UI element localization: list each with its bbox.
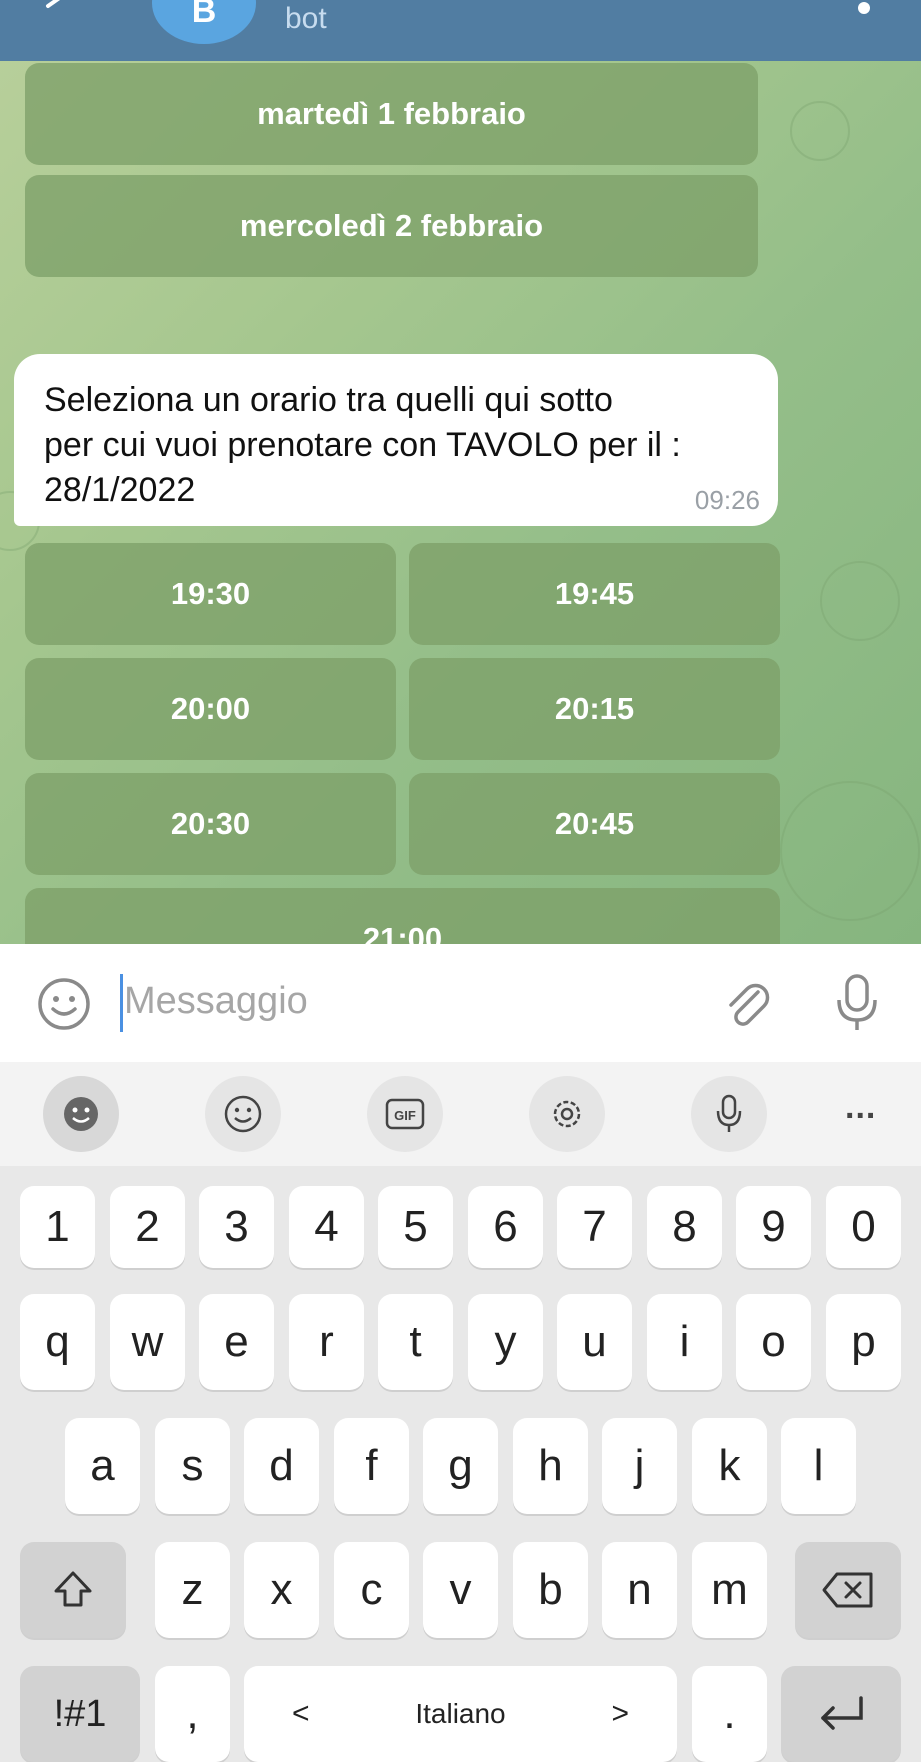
- shift-key[interactable]: [20, 1542, 126, 1638]
- key-8[interactable]: 8: [647, 1186, 722, 1268]
- key-r[interactable]: r: [289, 1294, 364, 1390]
- time-button[interactable]: 19:45: [409, 543, 780, 645]
- key-1[interactable]: 1: [20, 1186, 95, 1268]
- key-7[interactable]: 7: [557, 1186, 632, 1268]
- settings-button[interactable]: [529, 1076, 605, 1152]
- key-s[interactable]: s: [155, 1418, 230, 1514]
- comma-key[interactable]: ,: [155, 1666, 230, 1762]
- key-k[interactable]: k: [692, 1418, 767, 1514]
- language-right-icon: >: [611, 1697, 629, 1730]
- key-n[interactable]: n: [602, 1542, 677, 1638]
- svg-text:GIF: GIF: [394, 1108, 416, 1123]
- key-w[interactable]: w: [110, 1294, 185, 1390]
- key-0[interactable]: 0: [826, 1186, 901, 1268]
- back-arrow-icon[interactable]: [38, 0, 78, 26]
- key-f[interactable]: f: [334, 1418, 409, 1514]
- key-2[interactable]: 2: [110, 1186, 185, 1268]
- gif-button[interactable]: GIF: [367, 1076, 443, 1152]
- enter-icon: [821, 1696, 863, 1730]
- key-h[interactable]: h: [513, 1418, 588, 1514]
- date-button-1[interactable]: martedì 1 febbraio: [25, 63, 758, 165]
- backspace-key[interactable]: [795, 1542, 901, 1638]
- keyboard-toolbar: GIF ...: [0, 1062, 921, 1166]
- message-line: Seleziona un orario tra quelli qui sotto: [44, 381, 613, 419]
- message-time: 09:26: [694, 485, 760, 515]
- key-g[interactable]: g: [423, 1418, 498, 1514]
- key-9[interactable]: 9: [736, 1186, 811, 1268]
- voice-input-button[interactable]: [691, 1076, 767, 1152]
- key-a[interactable]: a: [65, 1418, 140, 1514]
- emoji-keyboard-button[interactable]: [43, 1076, 119, 1152]
- message-line: per cui vuoi prenotare con TAVOLO per il…: [44, 426, 681, 464]
- key-x[interactable]: x: [244, 1542, 319, 1638]
- backspace-icon: [822, 1572, 873, 1608]
- face-icon: [64, 1097, 98, 1131]
- language-left-icon: <: [292, 1697, 310, 1730]
- chat-area: martedì 1 febbraio mercoledì 2 febbraio …: [0, 61, 921, 944]
- key-q[interactable]: q: [20, 1294, 95, 1390]
- more-menu-icon[interactable]: [858, 2, 870, 14]
- background-doodle: [790, 101, 850, 161]
- time-button[interactable]: 21:00: [25, 888, 780, 944]
- shift-icon: [54, 1571, 92, 1607]
- time-button[interactable]: 20:00: [25, 658, 396, 760]
- microphone-icon: [716, 1094, 742, 1132]
- key-v[interactable]: v: [423, 1542, 498, 1638]
- symbols-key[interactable]: !#1: [20, 1666, 140, 1762]
- avatar[interactable]: B: [152, 0, 256, 44]
- text-caret: [120, 974, 123, 1032]
- more-options-icon[interactable]: ...: [845, 1088, 876, 1127]
- message-input-bar: Messaggio: [0, 944, 921, 1062]
- key-o[interactable]: o: [736, 1294, 811, 1390]
- key-4[interactable]: 4: [289, 1186, 364, 1268]
- key-p[interactable]: p: [826, 1294, 901, 1390]
- key-5[interactable]: 5: [378, 1186, 453, 1268]
- microphone-icon[interactable]: [832, 972, 882, 1034]
- time-button[interactable]: 20:15: [409, 658, 780, 760]
- chat-subtitle: bot: [285, 2, 327, 35]
- enter-key[interactable]: [781, 1666, 901, 1762]
- emoji-icon[interactable]: [36, 976, 92, 1032]
- key-b[interactable]: b: [513, 1542, 588, 1638]
- period-key[interactable]: .: [692, 1666, 767, 1762]
- key-y[interactable]: y: [468, 1294, 543, 1390]
- key-d[interactable]: d: [244, 1418, 319, 1514]
- time-button[interactable]: 20:45: [409, 773, 780, 875]
- message-bubble: Seleziona un orario tra quelli qui sotto…: [14, 354, 778, 526]
- key-j[interactable]: j: [602, 1418, 677, 1514]
- time-button[interactable]: 19:30: [25, 543, 396, 645]
- key-u[interactable]: u: [557, 1294, 632, 1390]
- key-l[interactable]: l: [781, 1418, 856, 1514]
- message-text: Seleziona un orario tra quelli qui sotto…: [44, 378, 748, 513]
- key-m[interactable]: m: [692, 1542, 767, 1638]
- chat-header: B bot: [0, 0, 921, 61]
- time-button[interactable]: 20:30: [25, 773, 396, 875]
- gear-icon: [553, 1100, 581, 1128]
- key-z[interactable]: z: [155, 1542, 230, 1638]
- key-6[interactable]: 6: [468, 1186, 543, 1268]
- keyboard: 1 2 3 4 5 6 7 8 9 0 q w e r t y u i o p …: [0, 1166, 921, 1762]
- background-doodle: [780, 781, 920, 921]
- key-e[interactable]: e: [199, 1294, 274, 1390]
- key-i[interactable]: i: [647, 1294, 722, 1390]
- key-3[interactable]: 3: [199, 1186, 274, 1268]
- smiley-icon: [224, 1095, 262, 1133]
- message-line: 28/1/2022: [44, 471, 196, 509]
- key-c[interactable]: c: [334, 1542, 409, 1638]
- attach-icon[interactable]: [718, 974, 776, 1032]
- message-input[interactable]: Messaggio: [120, 974, 680, 1032]
- emoji-button[interactable]: [205, 1076, 281, 1152]
- space-key[interactable]: < Italiano >: [244, 1666, 677, 1762]
- background-doodle: [820, 561, 900, 641]
- date-button-2[interactable]: mercoledì 2 febbraio: [25, 175, 758, 277]
- avatar-letter: B: [191, 0, 217, 30]
- message-placeholder: Messaggio: [124, 980, 308, 1022]
- gif-icon: GIF: [385, 1098, 425, 1130]
- key-t[interactable]: t: [378, 1294, 453, 1390]
- space-language-label: Italiano: [415, 1698, 506, 1729]
